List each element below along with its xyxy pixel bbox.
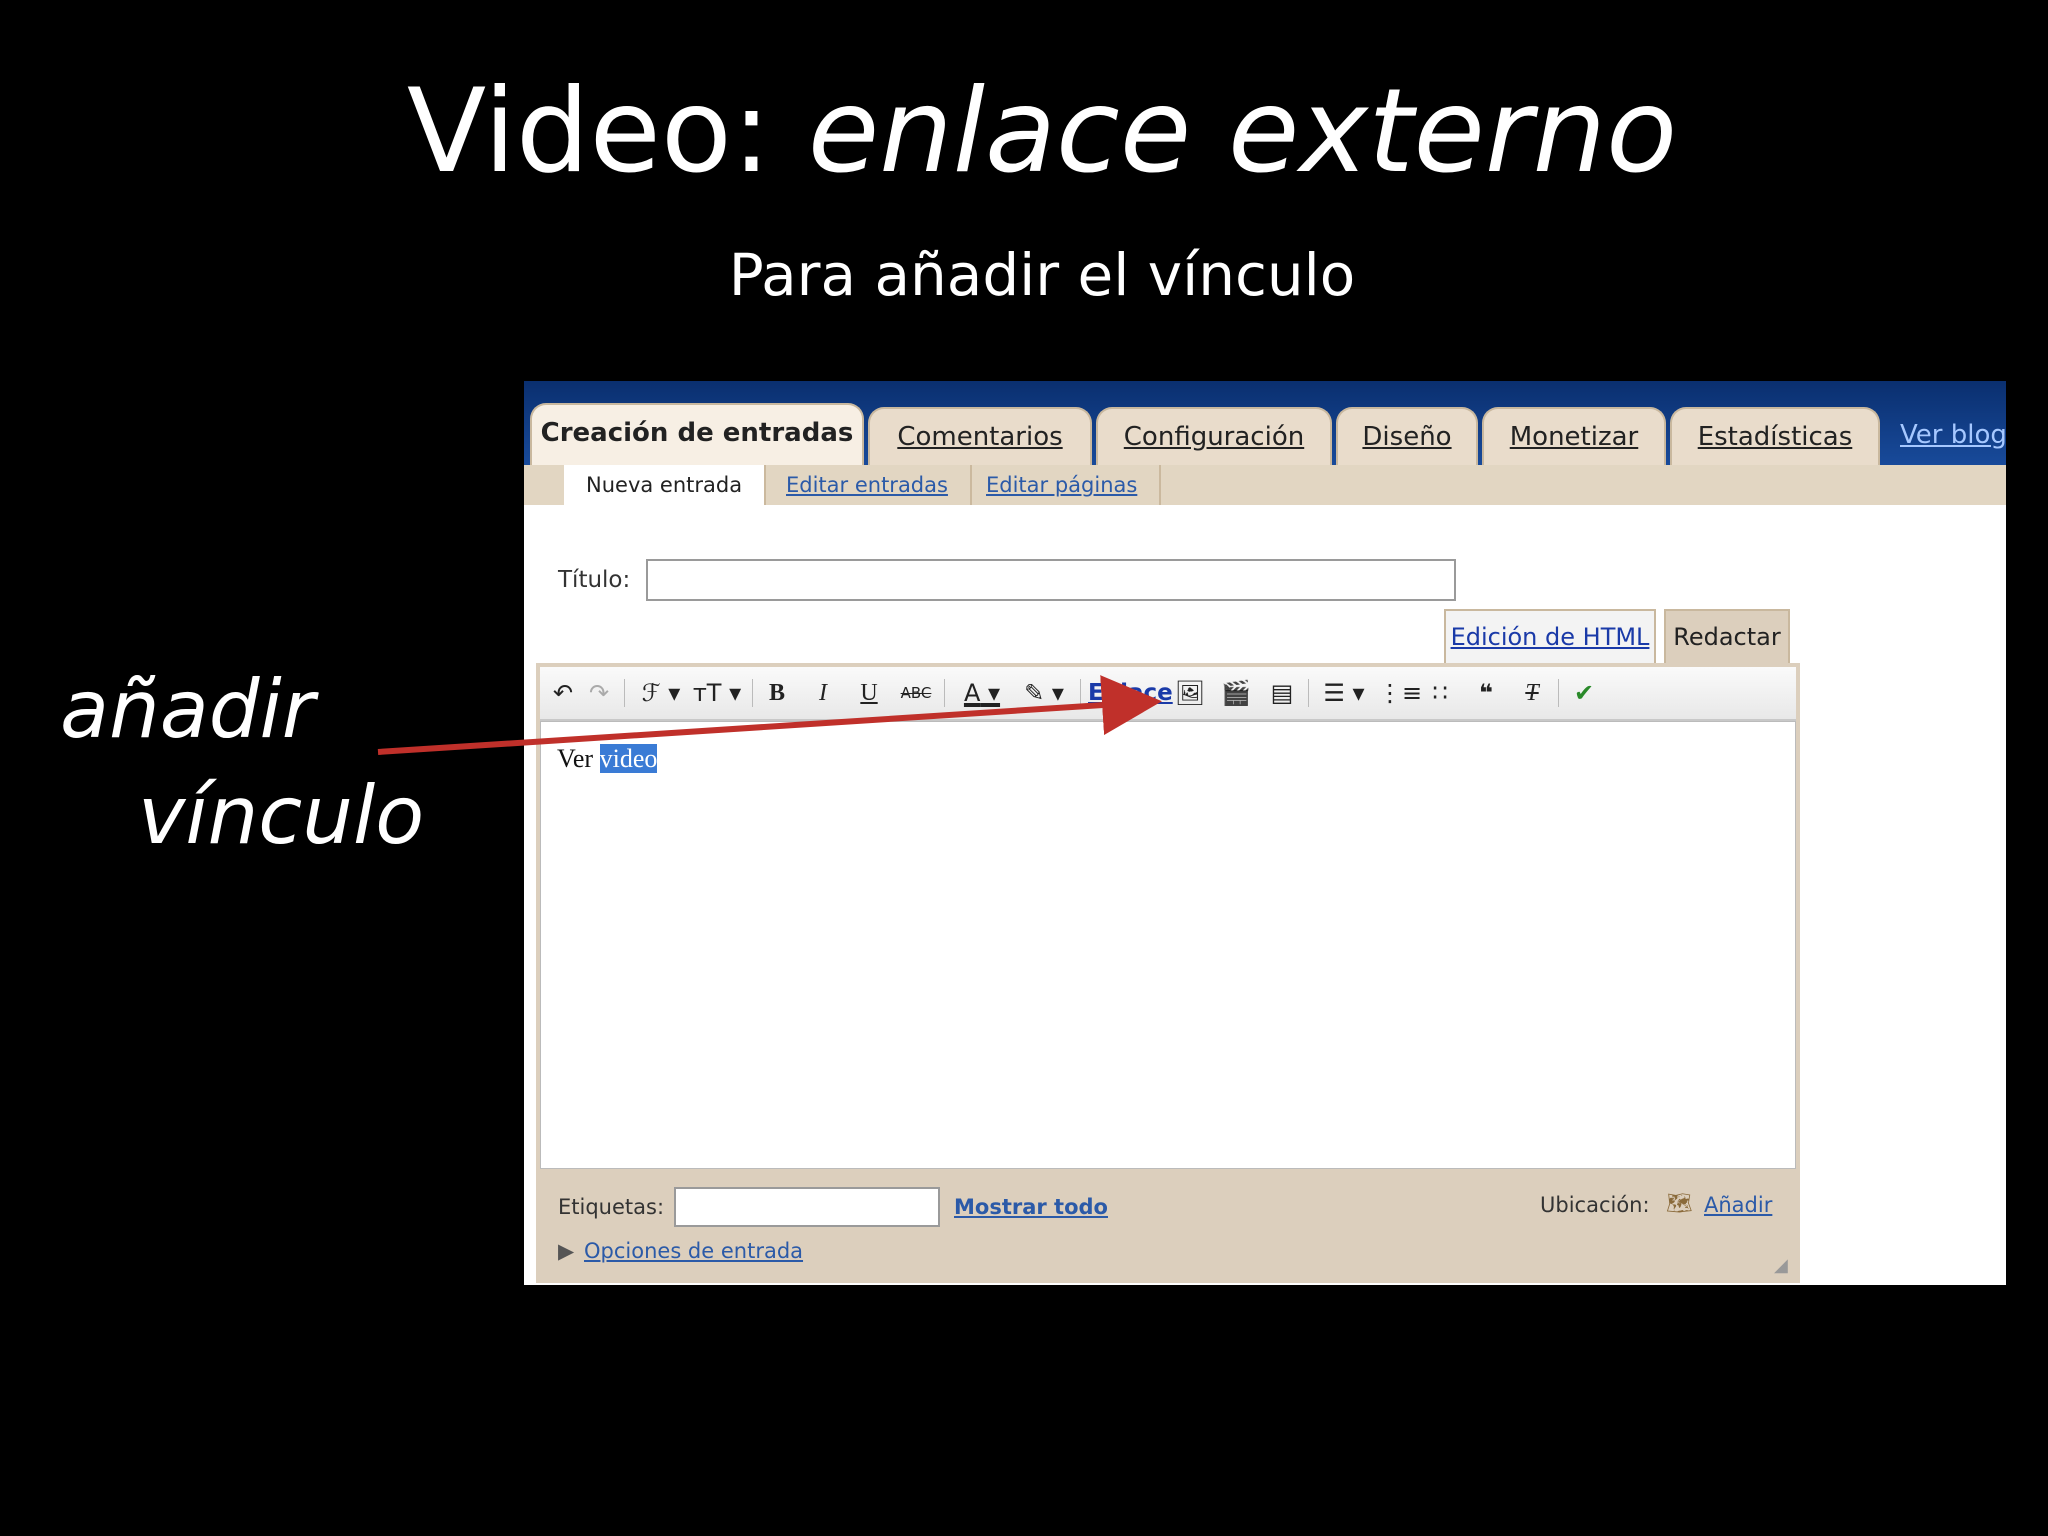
spellcheck-icon[interactable]: ✔	[1568, 677, 1600, 709]
tab-configuracion[interactable]: Configuración	[1096, 407, 1332, 465]
numbered-list-icon[interactable]: ⋮≡	[1378, 677, 1422, 709]
highlight-icon[interactable]: ✎ ▾	[1016, 677, 1072, 709]
slide-title-plain: Video:	[406, 64, 771, 199]
tab-diseno[interactable]: Diseño	[1336, 407, 1478, 465]
link-button[interactable]: Enlace	[1088, 677, 1173, 709]
align-icon[interactable]: ☰ ▾	[1318, 677, 1370, 709]
image-icon[interactable]: 🖼	[1174, 677, 1206, 709]
html-mode-button[interactable]: Edición de HTML	[1444, 609, 1656, 665]
font-icon-glyph: ℱ	[641, 679, 661, 707]
remove-format-icon[interactable]: T	[1516, 677, 1548, 709]
color-icon-glyph: A	[963, 679, 981, 707]
subtab-editar-paginas[interactable]: Editar páginas	[964, 465, 1162, 505]
italic-icon[interactable]: I	[808, 677, 838, 709]
bullet-list-icon[interactable]: ∷	[1424, 677, 1456, 709]
underline-icon[interactable]: U	[854, 677, 884, 709]
slide-title: Video: enlace externo	[0, 62, 2048, 202]
title-label: Título:	[558, 567, 631, 593]
editor-selected-text: video	[599, 744, 658, 773]
font-family-icon[interactable]: ℱ ▾	[636, 677, 686, 709]
video-icon[interactable]: 🎬	[1220, 677, 1252, 709]
tab-comentarios[interactable]: Comentarios	[868, 407, 1092, 465]
expand-triangle-icon[interactable]: ▶	[558, 1239, 574, 1263]
blogger-screenshot: Creación de entradas Comentarios Configu…	[524, 381, 2006, 1285]
strikethrough-icon[interactable]: ABC	[896, 677, 936, 709]
add-location-link[interactable]: Añadir	[1704, 1193, 1772, 1217]
show-all-link[interactable]: Mostrar todo	[954, 1195, 1108, 1219]
subtab-nueva-entrada[interactable]: Nueva entrada	[564, 465, 767, 505]
tab-estadisticas[interactable]: Estadísticas	[1670, 407, 1880, 465]
location-label: Ubicación:	[1540, 1193, 1650, 1217]
annotation-line2: vínculo	[138, 769, 425, 862]
subtab-editar-entradas[interactable]: Editar entradas	[764, 465, 972, 505]
map-icon[interactable]: 🗺	[1666, 1191, 1693, 1216]
labels-input[interactable]	[674, 1187, 940, 1227]
editor-area[interactable]: Ver video	[540, 721, 1796, 1169]
post-options-link[interactable]: Opciones de entrada	[584, 1239, 803, 1263]
editor-text: Ver	[557, 744, 600, 773]
labels-label: Etiquetas:	[558, 1195, 665, 1219]
slide-subtitle: Para añadir el vínculo	[728, 241, 1356, 309]
title-input[interactable]	[646, 559, 1456, 601]
resize-handle-icon[interactable]: ◢	[1774, 1255, 1788, 1276]
editor-toolbar: ↶ ↷ ℱ ▾ тT ▾ B I U ABC A ▾ ✎ ▾ Enlace 🖼 …	[540, 667, 1796, 721]
sub-navigation: Nueva entrada Editar entradas Editar pág…	[524, 465, 2006, 505]
tab-creacion[interactable]: Creación de entradas	[530, 403, 864, 465]
redo-icon[interactable]: ↷	[584, 677, 614, 709]
quote-icon[interactable]: ❝	[1470, 677, 1502, 709]
annotation-line1: añadir	[60, 663, 315, 756]
undo-icon[interactable]: ↶	[548, 677, 578, 709]
size-icon-glyph: тT	[692, 679, 722, 707]
bold-icon[interactable]: B	[762, 677, 792, 709]
font-size-icon[interactable]: тT ▾	[690, 677, 744, 709]
jump-break-icon[interactable]: ▤	[1266, 677, 1298, 709]
tab-ver-blog[interactable]: Ver blog	[1900, 407, 2006, 465]
editor-content: Ver video	[557, 744, 658, 774]
tab-monetizar[interactable]: Monetizar	[1482, 407, 1666, 465]
text-color-icon[interactable]: A ▾	[954, 677, 1010, 709]
compose-mode-button[interactable]: Redactar	[1664, 609, 1790, 665]
slide-title-italic: enlace externo	[807, 64, 1678, 199]
